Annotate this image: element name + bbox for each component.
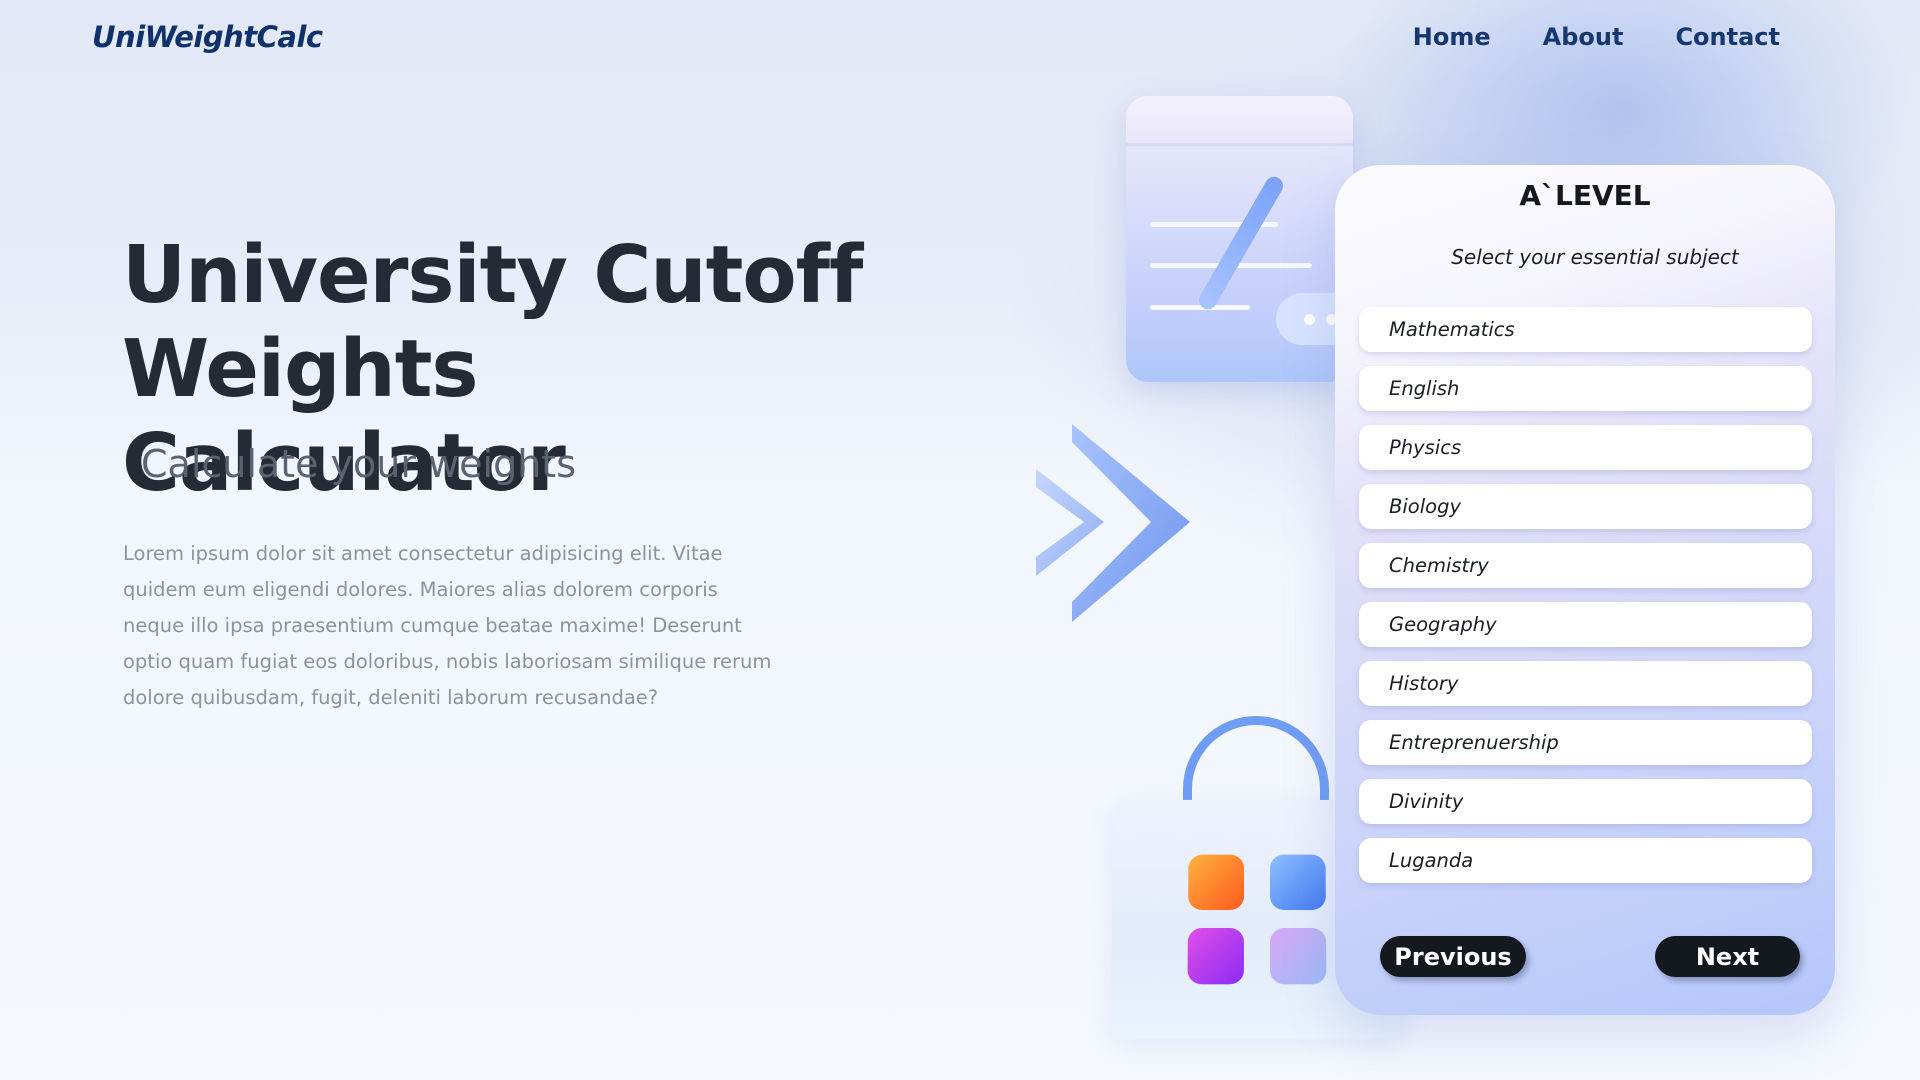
app-tile-blue — [1269, 854, 1326, 911]
card-title: A`LEVEL — [1519, 179, 1651, 212]
app-tile-orange — [1188, 854, 1245, 911]
subject-label: History — [1389, 672, 1459, 695]
subject-label: Mathematics — [1389, 318, 1515, 341]
subject-option-biology[interactable]: Biology — [1359, 484, 1812, 529]
toggle-dot — [1304, 314, 1315, 325]
subject-selection-card: A`LEVEL Select your essential subject Ma… — [1335, 165, 1835, 1015]
subject-label: Chemistry — [1389, 554, 1489, 577]
subject-label: Biology — [1389, 495, 1461, 518]
nav-link-contact[interactable]: Contact — [1675, 23, 1780, 51]
subject-label: Entreprenuership — [1389, 731, 1559, 754]
card-subtitle: Select your essential subject — [1451, 245, 1739, 269]
app-tile-lavender — [1270, 927, 1327, 985]
main-nav: Home About Contact — [1413, 23, 1780, 51]
previous-button[interactable]: Previous — [1380, 936, 1526, 977]
hero-description: Lorem ipsum dolor sit amet consectetur a… — [123, 542, 772, 709]
subject-option-physics[interactable]: Physics — [1359, 425, 1812, 470]
subject-option-history[interactable]: History — [1359, 661, 1812, 706]
subject-label: Physics — [1389, 436, 1462, 459]
subject-label: Luganda — [1389, 849, 1474, 872]
subject-option-mathematics[interactable]: Mathematics — [1359, 307, 1812, 352]
subject-list: Mathematics English Physics Biology Chem… — [1359, 307, 1812, 897]
document-header-strip — [1126, 96, 1353, 146]
site-logo[interactable]: UniWeightCalc — [92, 20, 323, 54]
subject-option-chemistry[interactable]: Chemistry — [1359, 543, 1812, 588]
subject-option-english[interactable]: English — [1359, 366, 1812, 411]
chevron-small — [1036, 469, 1104, 576]
subject-label: Geography — [1389, 613, 1497, 636]
subject-label: Divinity — [1389, 790, 1464, 813]
double-chevron-right-icon — [1036, 424, 1190, 622]
subject-option-divinity[interactable]: Divinity — [1359, 779, 1812, 824]
hero-subtitle: Calculate your weights — [141, 442, 576, 486]
subject-option-entrepreneurship[interactable]: Entreprenuership — [1359, 720, 1812, 765]
nav-link-about[interactable]: About — [1543, 23, 1624, 51]
nav-link-home[interactable]: Home — [1413, 23, 1491, 51]
subject-label: English — [1389, 377, 1460, 400]
subject-option-geography[interactable]: Geography — [1359, 602, 1812, 647]
next-button[interactable]: Next — [1655, 936, 1800, 977]
app-tile-magenta — [1187, 927, 1244, 985]
subject-option-luganda[interactable]: Luganda — [1359, 838, 1812, 883]
